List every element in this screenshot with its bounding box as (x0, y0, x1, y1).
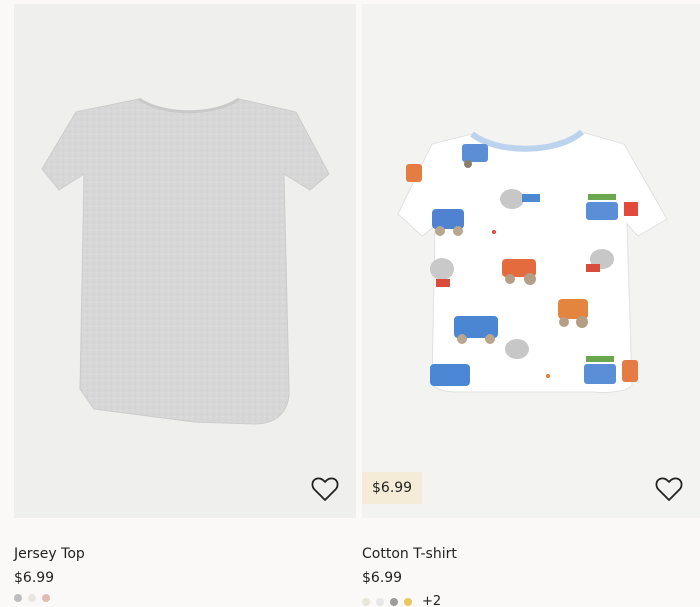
favorite-button[interactable] (654, 474, 684, 504)
product-image[interactable] (14, 4, 356, 518)
product-image[interactable]: $6.99 (362, 4, 700, 518)
heart-icon (655, 477, 683, 501)
color-swatch-pink[interactable] (42, 594, 50, 602)
price-badge: $6.99 (362, 472, 423, 504)
color-swatches (14, 594, 50, 602)
cotton-tshirt-image (397, 129, 668, 393)
product-name[interactable]: Cotton T-shirt (362, 546, 457, 562)
product-card[interactable]: Jersey Top $6.99 (14, 0, 356, 602)
color-swatch-cream[interactable] (362, 597, 370, 606)
color-swatches: +2 (362, 594, 441, 607)
heart-icon (311, 477, 339, 501)
color-swatch-gray[interactable] (14, 594, 22, 602)
color-swatch-light-gray[interactable] (376, 597, 384, 606)
color-swatch-white[interactable] (28, 594, 36, 602)
product-name[interactable]: Jersey Top (14, 546, 85, 562)
product-price: $6.99 (14, 570, 55, 586)
jersey-top-image (41, 97, 330, 425)
product-grid: Jersey Top $6.99 $6.99 Cotton T-shirt $6… (0, 0, 700, 607)
product-price: $6.99 (362, 570, 403, 586)
product-card[interactable]: $6.99 Cotton T-shirt $6.99 +2 (362, 0, 700, 607)
color-swatch-yellow[interactable] (404, 597, 412, 606)
color-swatch-gray[interactable] (390, 597, 398, 606)
favorite-button[interactable] (310, 474, 340, 504)
more-colors-count[interactable]: +2 (422, 594, 441, 607)
